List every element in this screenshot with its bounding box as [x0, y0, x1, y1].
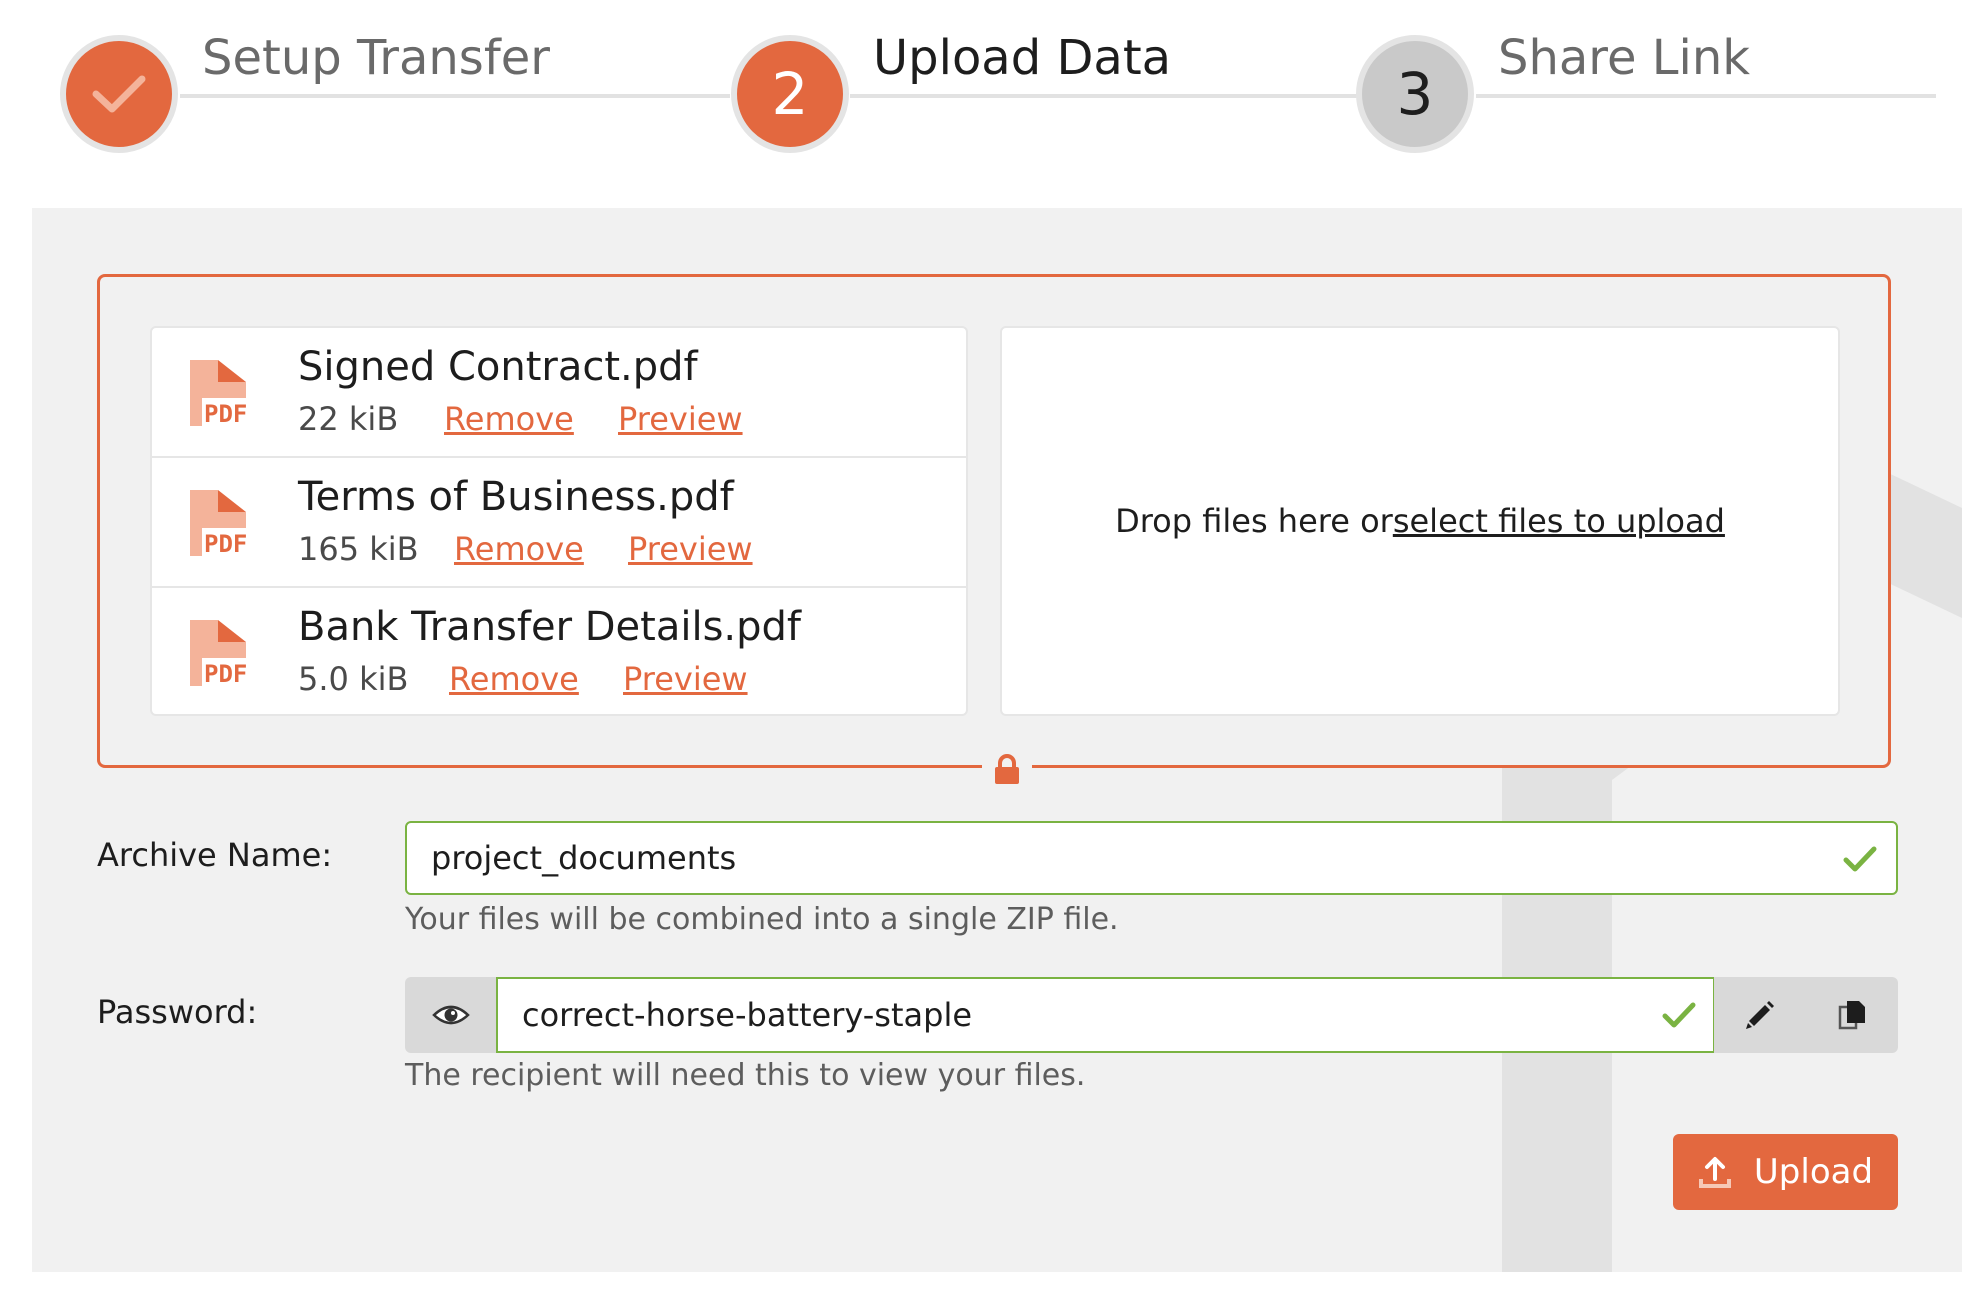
- password-value: correct-horse-battery-staple: [522, 996, 973, 1034]
- step-2-circle: 2: [731, 35, 849, 153]
- archive-name-input[interactable]: project_documents: [405, 821, 1898, 895]
- step-1-circle: [60, 35, 178, 153]
- copy-password-button[interactable]: [1806, 977, 1898, 1053]
- step-3-label: Share Link: [1498, 30, 1751, 86]
- preview-file-link[interactable]: Preview: [628, 530, 753, 568]
- password-input[interactable]: correct-horse-battery-staple: [496, 977, 1715, 1053]
- archive-name-label: Archive Name:: [97, 836, 333, 874]
- step-connector: [180, 94, 730, 98]
- archive-name-value: project_documents: [431, 839, 737, 877]
- drop-files-area[interactable]: Drop files here or select files to uploa…: [1000, 326, 1840, 716]
- preview-file-link[interactable]: Preview: [618, 400, 743, 438]
- step-connector: [850, 94, 1360, 98]
- copy-icon: [1838, 1001, 1865, 1030]
- pdf-file-icon: PDF: [190, 620, 252, 688]
- file-name: Terms of Business.pdf: [298, 474, 734, 520]
- file-name: Signed Contract.pdf: [298, 344, 698, 390]
- pdf-file-icon: PDF: [190, 490, 252, 558]
- pdf-icon-label: PDF: [204, 660, 247, 688]
- pdf-file-icon: PDF: [190, 360, 252, 428]
- archive-name-help: Your files will be combined into a singl…: [405, 902, 1119, 937]
- toggle-password-visibility-button[interactable]: [405, 977, 497, 1053]
- remove-file-link[interactable]: Remove: [444, 400, 574, 438]
- generate-password-button[interactable]: [1714, 977, 1806, 1053]
- remove-file-link[interactable]: Remove: [449, 660, 579, 698]
- file-list-item: PDF Bank Transfer Details.pdf 5.0 kiB Re…: [152, 586, 966, 716]
- upload-button-label: Upload: [1753, 1152, 1874, 1192]
- step-2-label: Upload Data: [873, 30, 1172, 86]
- step-connector: [1476, 94, 1936, 98]
- file-size: 22 kiB: [298, 400, 399, 438]
- pdf-icon-label: PDF: [204, 530, 247, 558]
- file-list-item: PDF Terms of Business.pdf 165 kiB Remove…: [152, 456, 966, 586]
- file-size: 5.0 kiB: [298, 660, 409, 698]
- password-help: The recipient will need this to view you…: [405, 1058, 1086, 1093]
- password-label: Password:: [97, 993, 258, 1031]
- pencil-icon: [1746, 1001, 1774, 1029]
- remove-file-link[interactable]: Remove: [454, 530, 584, 568]
- checkmark-icon: [92, 75, 146, 113]
- step-1-label: Setup Transfer: [202, 30, 550, 86]
- lock-icon: [982, 754, 1032, 784]
- drop-files-text: Drop files here or: [1115, 502, 1393, 540]
- preview-file-link[interactable]: Preview: [623, 660, 748, 698]
- step-2-number: 2: [771, 60, 809, 128]
- upload-icon: [1698, 1157, 1731, 1188]
- upload-button[interactable]: Upload: [1673, 1134, 1898, 1210]
- file-list-item: PDF Signed Contract.pdf 22 kiB Remove Pr…: [152, 328, 966, 458]
- step-3-circle: 3: [1356, 35, 1474, 153]
- valid-checkmark-icon: [1662, 1002, 1696, 1028]
- eye-icon: [432, 1005, 470, 1025]
- file-size: 165 kiB: [298, 530, 419, 568]
- pdf-icon-label: PDF: [204, 400, 247, 428]
- progress-stepper: Setup Transfer 2 Upload Data 3 Share Lin…: [0, 0, 1984, 200]
- file-list: PDF Signed Contract.pdf 22 kiB Remove Pr…: [150, 326, 968, 716]
- valid-checkmark-icon: [1843, 846, 1877, 872]
- select-files-link[interactable]: select files to upload: [1393, 502, 1725, 540]
- file-name: Bank Transfer Details.pdf: [298, 604, 801, 650]
- step-3-number: 3: [1396, 60, 1434, 128]
